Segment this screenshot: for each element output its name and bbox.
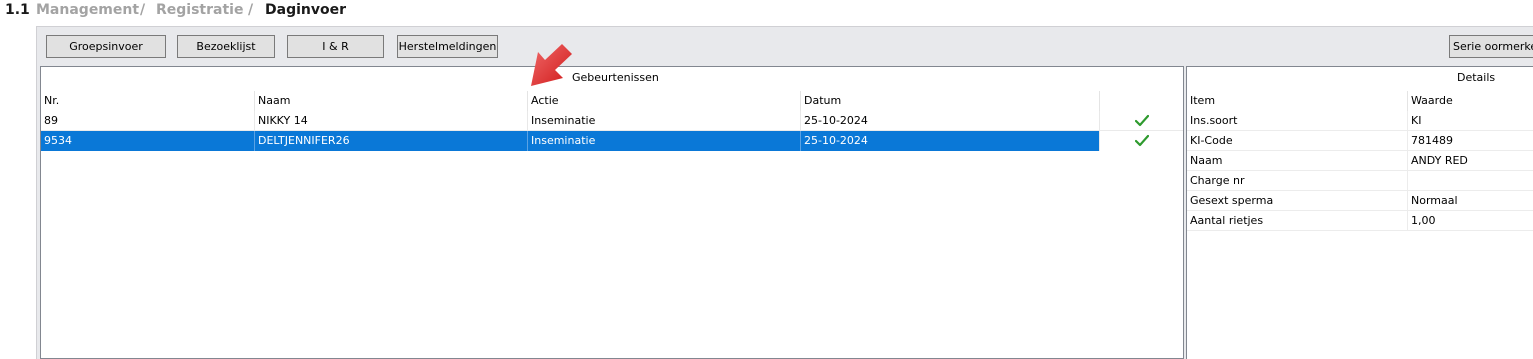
page-title: Daginvoer (265, 2, 346, 18)
breadcrumb-registratie[interactable]: Registratie (156, 0, 243, 20)
serie-oormerken-button[interactable]: Serie oormerken (1449, 35, 1533, 58)
breadcrumb-number: 1.1 (5, 2, 30, 18)
check-icon (1135, 134, 1149, 147)
column-header-actie[interactable]: Actie (527, 91, 800, 111)
bezoeklijst-button[interactable]: Bezoeklijst (177, 35, 275, 58)
column-header-naam[interactable]: Naam (254, 91, 527, 111)
detail-value: 781489 (1407, 131, 1533, 151)
detail-row[interactable]: KI-Code 781489 (1187, 131, 1533, 151)
cell-naam: DELTJENNIFER26 (254, 131, 527, 151)
herstelmeldingen-button[interactable]: Herstelmeldingen (397, 35, 498, 58)
detail-value (1407, 171, 1533, 191)
details-grid: Details Item Waarde Ins.soort KI KI-Code… (1186, 66, 1533, 359)
table-row[interactable]: 89 NIKKY 14 Inseminatie 25-10-2024 (41, 111, 1183, 131)
cell-naam: NIKKY 14 (254, 111, 527, 131)
detail-row[interactable]: Gesext sperma Normaal (1187, 191, 1533, 211)
detail-value: KI (1407, 111, 1533, 131)
cell-nr: 9534 (44, 134, 72, 147)
groepsinvoer-button[interactable]: Groepsinvoer (46, 35, 166, 58)
cell-status (1099, 111, 1183, 131)
column-header-nr[interactable]: Nr. (41, 91, 254, 111)
detail-row[interactable]: Naam ANDY RED (1187, 151, 1533, 171)
detail-value: ANDY RED (1407, 151, 1533, 171)
cell-status (1099, 131, 1183, 151)
cell-datum: 25-10-2024 (800, 131, 1099, 151)
table-row-selected[interactable]: 9534 DELTJENNIFER26 Inseminatie 25-10-20… (41, 131, 1183, 151)
detail-item: Naam (1190, 154, 1223, 167)
column-header-datum[interactable]: Datum (800, 91, 1099, 111)
detail-row[interactable]: Aantal rietjes 1,00 (1187, 211, 1533, 231)
ir-button[interactable]: I & R (287, 35, 384, 58)
detail-row[interactable]: Charge nr (1187, 171, 1533, 191)
cell-actie: Inseminatie (527, 131, 800, 151)
column-header-item[interactable]: Item (1187, 91, 1407, 111)
details-grid-title: Details (1457, 71, 1496, 84)
column-header-status[interactable] (1099, 91, 1183, 111)
breadcrumb-separator: / (248, 2, 254, 18)
detail-item: KI-Code (1190, 134, 1233, 147)
detail-item: Aantal rietjes (1190, 214, 1264, 227)
detail-item: Ins.soort (1190, 114, 1238, 127)
detail-value: 1,00 (1407, 211, 1533, 231)
cell-datum: 25-10-2024 (800, 111, 1099, 131)
cell-actie: Inseminatie (527, 111, 800, 131)
events-grid: Gebeurtenissen Nr. Naam Actie Datum 89 N… (40, 66, 1184, 359)
breadcrumb: 1.1 Management / Registratie / Daginvoer (0, 0, 1533, 22)
detail-item: Gesext sperma (1190, 194, 1274, 207)
pointer-arrow-icon (531, 44, 572, 86)
check-icon (1135, 114, 1149, 127)
detail-item: Charge nr (1190, 174, 1245, 187)
detail-value: Normaal (1407, 191, 1533, 211)
breadcrumb-separator: / (140, 2, 146, 18)
breadcrumb-management[interactable]: Management (36, 0, 139, 20)
cell-nr: 89 (44, 114, 58, 127)
detail-row[interactable]: Ins.soort KI (1187, 111, 1533, 131)
column-header-waarde[interactable]: Waarde (1407, 91, 1533, 111)
events-grid-title: Gebeurtenissen (572, 71, 659, 84)
